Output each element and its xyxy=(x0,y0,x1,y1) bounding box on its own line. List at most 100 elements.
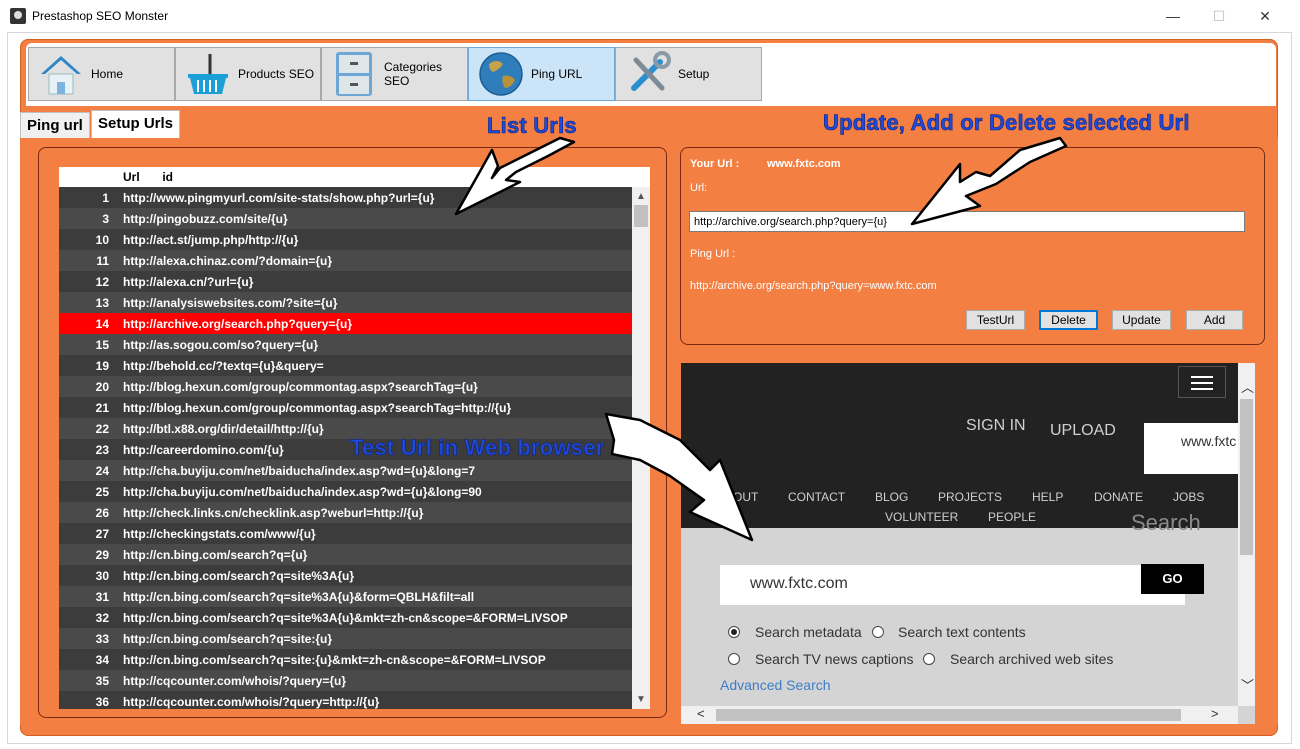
radio-search-text[interactable] xyxy=(872,626,884,638)
table-row[interactable]: 29 http://cn.bing.com/search?q={u} xyxy=(59,544,632,565)
table-row[interactable]: 26 http://check.links.cn/checklink.asp?we… xyxy=(59,502,632,523)
row-url: http://pingobuzz.com/site/{u} xyxy=(123,212,288,226)
nav-volunteer[interactable]: VOLUNTEER xyxy=(885,510,958,524)
ping-url-button[interactable]: Ping URL xyxy=(468,47,615,101)
setup-button[interactable]: Setup xyxy=(615,47,762,101)
nav-people[interactable]: PEOPLE xyxy=(988,510,1036,524)
test-url-button[interactable]: TestUrl xyxy=(966,310,1025,330)
tab-ping-url[interactable]: Ping url xyxy=(20,112,90,138)
table-row[interactable]: 19 http://behold.cc/?textq={u}&query= xyxy=(59,355,632,376)
table-row[interactable]: 24 http://cha.buyiju.com/net/baiducha/ind… xyxy=(59,460,632,481)
scroll-down-icon[interactable]: ▼ xyxy=(636,694,646,705)
row-url: http://cha.buyiju.com/net/baiducha/index… xyxy=(123,464,476,478)
row-url: http://alexa.cn/?url={u} xyxy=(123,275,254,289)
table-row[interactable]: 15 http://as.sogou.com/so?query={u} xyxy=(59,334,632,355)
cabinet-icon xyxy=(330,50,378,98)
products-seo-button[interactable]: Products SEO xyxy=(175,47,321,101)
minimize-button[interactable]: — xyxy=(1150,4,1196,28)
table-row[interactable]: 31 http://cn.bing.com/search?q=site%3A{u}… xyxy=(59,586,632,607)
browser-hscrollbar[interactable]: < > xyxy=(681,706,1238,724)
go-button[interactable]: GO xyxy=(1141,564,1204,594)
browser-scroll-up-icon[interactable]: ︿ xyxy=(1241,377,1254,396)
row-id: 36 xyxy=(95,695,109,709)
nav-jobs[interactable]: JOBS xyxy=(1173,490,1204,504)
app-icon xyxy=(10,8,26,24)
row-id: 10 xyxy=(95,233,109,247)
table-row[interactable]: 13 http://analysiswebsites.com/?site={u} xyxy=(59,292,632,313)
categories-seo-button[interactable]: Categories SEO xyxy=(321,47,468,101)
table-row[interactable]: 21 http://blog.hexun.com/group/commontag.… xyxy=(59,397,632,418)
row-id: 21 xyxy=(95,401,109,415)
column-header-url[interactable]: Url xyxy=(123,170,140,184)
option-search-metadata: Search metadata xyxy=(755,624,862,640)
categories-seo-label: Categories SEO xyxy=(384,60,443,88)
site-box: www.fxtc xyxy=(1144,423,1238,474)
row-id: 14 xyxy=(95,317,109,331)
scroll-thumb[interactable] xyxy=(634,205,648,227)
radio-search-tv[interactable] xyxy=(728,653,740,665)
close-button[interactable]: ✕ xyxy=(1242,4,1288,28)
upload-link[interactable]: UPLOAD xyxy=(1050,422,1116,440)
browser-scroll-right-icon[interactable]: > xyxy=(1211,706,1219,721)
row-url: http://check.links.cn/checklink.asp?webu… xyxy=(123,506,424,520)
browser-vscrollbar[interactable]: ︿ ﹀ xyxy=(1238,363,1255,706)
table-row[interactable]: 30 http://cn.bing.com/search?q=site%3A{u} xyxy=(59,565,632,586)
row-id: 25 xyxy=(95,485,109,499)
browser-vscroll-thumb[interactable] xyxy=(1240,399,1253,555)
home-button[interactable]: Home xyxy=(28,47,175,101)
row-url: http://careerdomino.com/{u} xyxy=(123,443,284,457)
annotation-test-url: Test Url in Web browser xyxy=(350,435,605,461)
row-url: http://blog.hexun.com/group/commontag.as… xyxy=(123,401,512,415)
table-row[interactable]: 11 http://alexa.chinaz.com/?domain={u} xyxy=(59,250,632,271)
row-id: 30 xyxy=(95,569,109,583)
table-row[interactable]: 34 http://cn.bing.com/search?q=site:{u}&m… xyxy=(59,649,632,670)
scroll-up-icon[interactable]: ▲ xyxy=(636,191,646,202)
title-bar: Prestashop SEO Monster — ☐ ✕ xyxy=(0,0,1300,32)
web-browser[interactable]: SIGN IN UPLOAD www.fxtc OUT CONTACT BLOG… xyxy=(681,363,1255,724)
nav-contact[interactable]: CONTACT xyxy=(788,490,845,504)
radio-search-metadata[interactable] xyxy=(728,626,740,638)
nav-help[interactable]: HELP xyxy=(1032,490,1063,504)
nav-about[interactable]: OUT xyxy=(733,490,758,504)
table-row[interactable]: 32 http://cn.bing.com/search?q=site%3A{u}… xyxy=(59,607,632,628)
radio-search-web[interactable] xyxy=(923,653,935,665)
row-id: 19 xyxy=(95,359,109,373)
maximize-button[interactable]: ☐ xyxy=(1196,4,1242,28)
row-url: http://checkingstats.com/www/{u} xyxy=(123,527,316,541)
grid-scrollbar[interactable]: ▲ ▼ xyxy=(632,187,650,709)
tab-setup-urls[interactable]: Setup Urls xyxy=(91,110,181,138)
nav-blog[interactable]: BLOG xyxy=(875,490,908,504)
table-row[interactable]: 35 http://cqcounter.com/whois/?query={u} xyxy=(59,670,632,691)
table-row[interactable]: 20 http://blog.hexun.com/group/commontag.… xyxy=(59,376,632,397)
row-url: http://cha.buyiju.com/net/baiducha/index… xyxy=(123,485,482,499)
delete-button[interactable]: Delete xyxy=(1039,310,1098,330)
browser-scroll-down-icon[interactable]: ﹀ xyxy=(1241,675,1254,694)
home-label: Home xyxy=(91,67,124,81)
browser-scroll-left-icon[interactable]: < xyxy=(697,706,705,721)
update-button[interactable]: Update xyxy=(1112,310,1171,330)
url-input[interactable] xyxy=(689,211,1245,232)
table-row[interactable]: 10 http://act.st/jump.php/http://{u} xyxy=(59,229,632,250)
table-row[interactable]: 25 http://cha.buyiju.com/net/baiducha/ind… xyxy=(59,481,632,502)
table-row[interactable]: 12 http://alexa.cn/?url={u} xyxy=(59,271,632,292)
menu-icon[interactable] xyxy=(1178,366,1226,398)
table-row[interactable]: 36 http://cqcounter.com/whois/?query=http… xyxy=(59,691,632,709)
row-url: http://cn.bing.com/search?q=site%3A{u} xyxy=(123,569,355,583)
table-row[interactable]: 3 http://pingobuzz.com/site/{u} xyxy=(59,208,632,229)
table-row[interactable]: 33 http://cn.bing.com/search?q=site:{u} xyxy=(59,628,632,649)
search-heading: Search xyxy=(1131,510,1201,535)
ping-url-label: Ping Url : xyxy=(690,248,736,260)
column-header-id[interactable]: id xyxy=(162,170,173,184)
browser-search-input[interactable]: www.fxtc.com xyxy=(720,565,1185,605)
add-button[interactable]: Add xyxy=(1186,310,1243,330)
nav-projects[interactable]: PROJECTS xyxy=(938,490,1002,504)
nav-donate[interactable]: DONATE xyxy=(1094,490,1143,504)
table-row[interactable]: 1 http://www.pingmyurl.com/site-stats/sho… xyxy=(59,187,632,208)
tools-icon xyxy=(624,50,672,98)
table-row[interactable]: 27 http://checkingstats.com/www/{u} xyxy=(59,523,632,544)
basket-icon xyxy=(184,50,232,98)
table-row-selected[interactable]: 14 http://archive.org/search.php?query={u… xyxy=(59,313,632,334)
advanced-search-link[interactable]: Advanced Search xyxy=(720,677,831,693)
sign-in-link[interactable]: SIGN IN xyxy=(966,417,1026,435)
browser-hscroll-thumb[interactable] xyxy=(716,709,1181,721)
